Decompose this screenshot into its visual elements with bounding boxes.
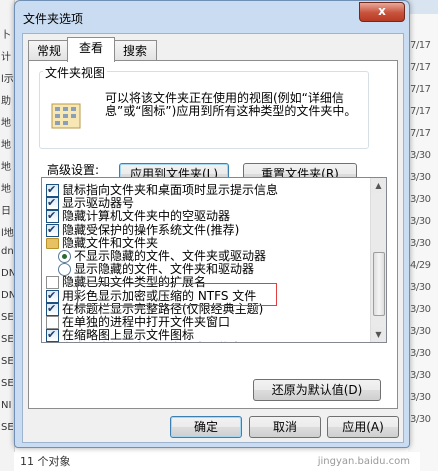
advanced-settings-list[interactable]: 鼠标指向文件夹和桌面项时显示提示信息显示驱动器号隐藏计算机文件夹中的空驱动器隐藏…	[41, 177, 387, 343]
background-status-bar: 11 个对象 jingyan.baidu.com	[14, 452, 420, 471]
background-text: 地	[1, 140, 11, 151]
tab-general[interactable]: 常规	[28, 40, 70, 61]
background-text: SE	[1, 312, 14, 323]
background-date: 7/17	[410, 84, 431, 95]
scroll-down-icon[interactable]: ▼	[371, 327, 386, 342]
highlight-annotation	[77, 283, 277, 306]
advanced-setting-label: 在文件夹提示中显示文件大小信息	[62, 340, 242, 342]
background-date: 3/30	[410, 326, 431, 337]
background-date: 7/17	[410, 40, 431, 51]
background-text: SE	[1, 422, 14, 433]
background-date: 3/30	[410, 172, 431, 183]
folder-options-dialog: 文件夹选项 x 常规 查看 搜索 文件夹视图 可以将该文件夹正在使用的视图(例如…	[14, 0, 410, 448]
object-count: 11 个对象	[20, 455, 71, 468]
background-date: 3/30	[410, 370, 431, 381]
background-text: l示	[1, 74, 14, 85]
background-text: 地	[1, 118, 11, 129]
dialog-title: 文件夹选项	[23, 12, 84, 26]
close-button[interactable]: x	[359, 2, 405, 22]
background-text: SE	[1, 334, 14, 345]
ok-button[interactable]: 确定	[170, 416, 242, 438]
close-icon: x	[378, 4, 386, 18]
background-text: SE	[1, 356, 14, 367]
background-text: 卜	[1, 30, 11, 41]
background-date: 3/30	[410, 194, 431, 205]
background-text: dn	[1, 246, 14, 257]
dialog-client-area: 常规 查看 搜索 文件夹视图 可以将该文件夹正在使用的视图(例如“详细信息”或“…	[22, 33, 404, 443]
folder-view-legend: 文件夹视图	[43, 64, 108, 81]
background-text: NI	[1, 400, 12, 411]
background-date: 7/17	[410, 128, 431, 139]
scrollbar[interactable]: ▲ ▼	[370, 178, 386, 342]
tab-search[interactable]: 搜索	[113, 40, 157, 61]
background-date: 4/29	[410, 260, 431, 271]
background-text: 日	[1, 206, 11, 217]
background-date: 3/30	[410, 304, 431, 315]
background-date: 3/30	[410, 150, 431, 161]
folder-view-description: 可以将该文件夹正在使用的视图(例如“详细信息”或“图标”)应用到所有这种类型的文…	[105, 91, 357, 118]
checkbox[interactable]	[46, 222, 59, 238]
watermark: jingyan.baidu.com	[317, 456, 410, 467]
background-text: 计	[1, 52, 11, 63]
checkbox[interactable]	[46, 301, 59, 317]
scroll-thumb[interactable]	[373, 252, 385, 316]
background-date: 3/30	[410, 348, 431, 359]
cancel-button[interactable]: 取消	[249, 416, 321, 438]
background-text: l地	[1, 228, 14, 239]
apply-button[interactable]: 应用(A)	[327, 416, 399, 438]
background-date: 3/30	[410, 282, 431, 293]
background-text: 地	[1, 162, 11, 173]
background-date: 7/17	[410, 62, 431, 73]
checkbox[interactable]	[47, 340, 56, 342]
background-text: SE	[1, 378, 14, 389]
background-text: 助	[1, 96, 11, 107]
tab-view[interactable]: 查看	[67, 37, 115, 62]
folder-icon	[46, 237, 59, 249]
background-explorer-left: 卜计 l示助地地地地日 l地 dn DN DN SE SE SE SE NI SE	[0, 0, 16, 471]
background-date: 3/30	[410, 392, 431, 403]
background-date: 3/30	[410, 238, 431, 249]
background-date: 3/30	[410, 216, 431, 227]
folder-view-icon	[51, 103, 81, 129]
scroll-up-icon[interactable]: ▲	[371, 178, 386, 193]
background-date: 3/30	[410, 414, 431, 425]
advanced-settings-label: 高级设置:	[47, 163, 100, 177]
background-explorer-dates: 7/17 7/17 7/17 7/17 7/17 3/30 3/30 3/30 3/30 3/30…	[408, 0, 438, 471]
background-date: 7/17	[410, 106, 431, 117]
title-bar[interactable]: 文件夹选项 x	[15, 1, 409, 33]
background-text: 地	[1, 184, 11, 195]
radio-button[interactable]	[58, 250, 71, 263]
restore-defaults-button[interactable]: 还原为默认值(D)	[253, 379, 381, 401]
